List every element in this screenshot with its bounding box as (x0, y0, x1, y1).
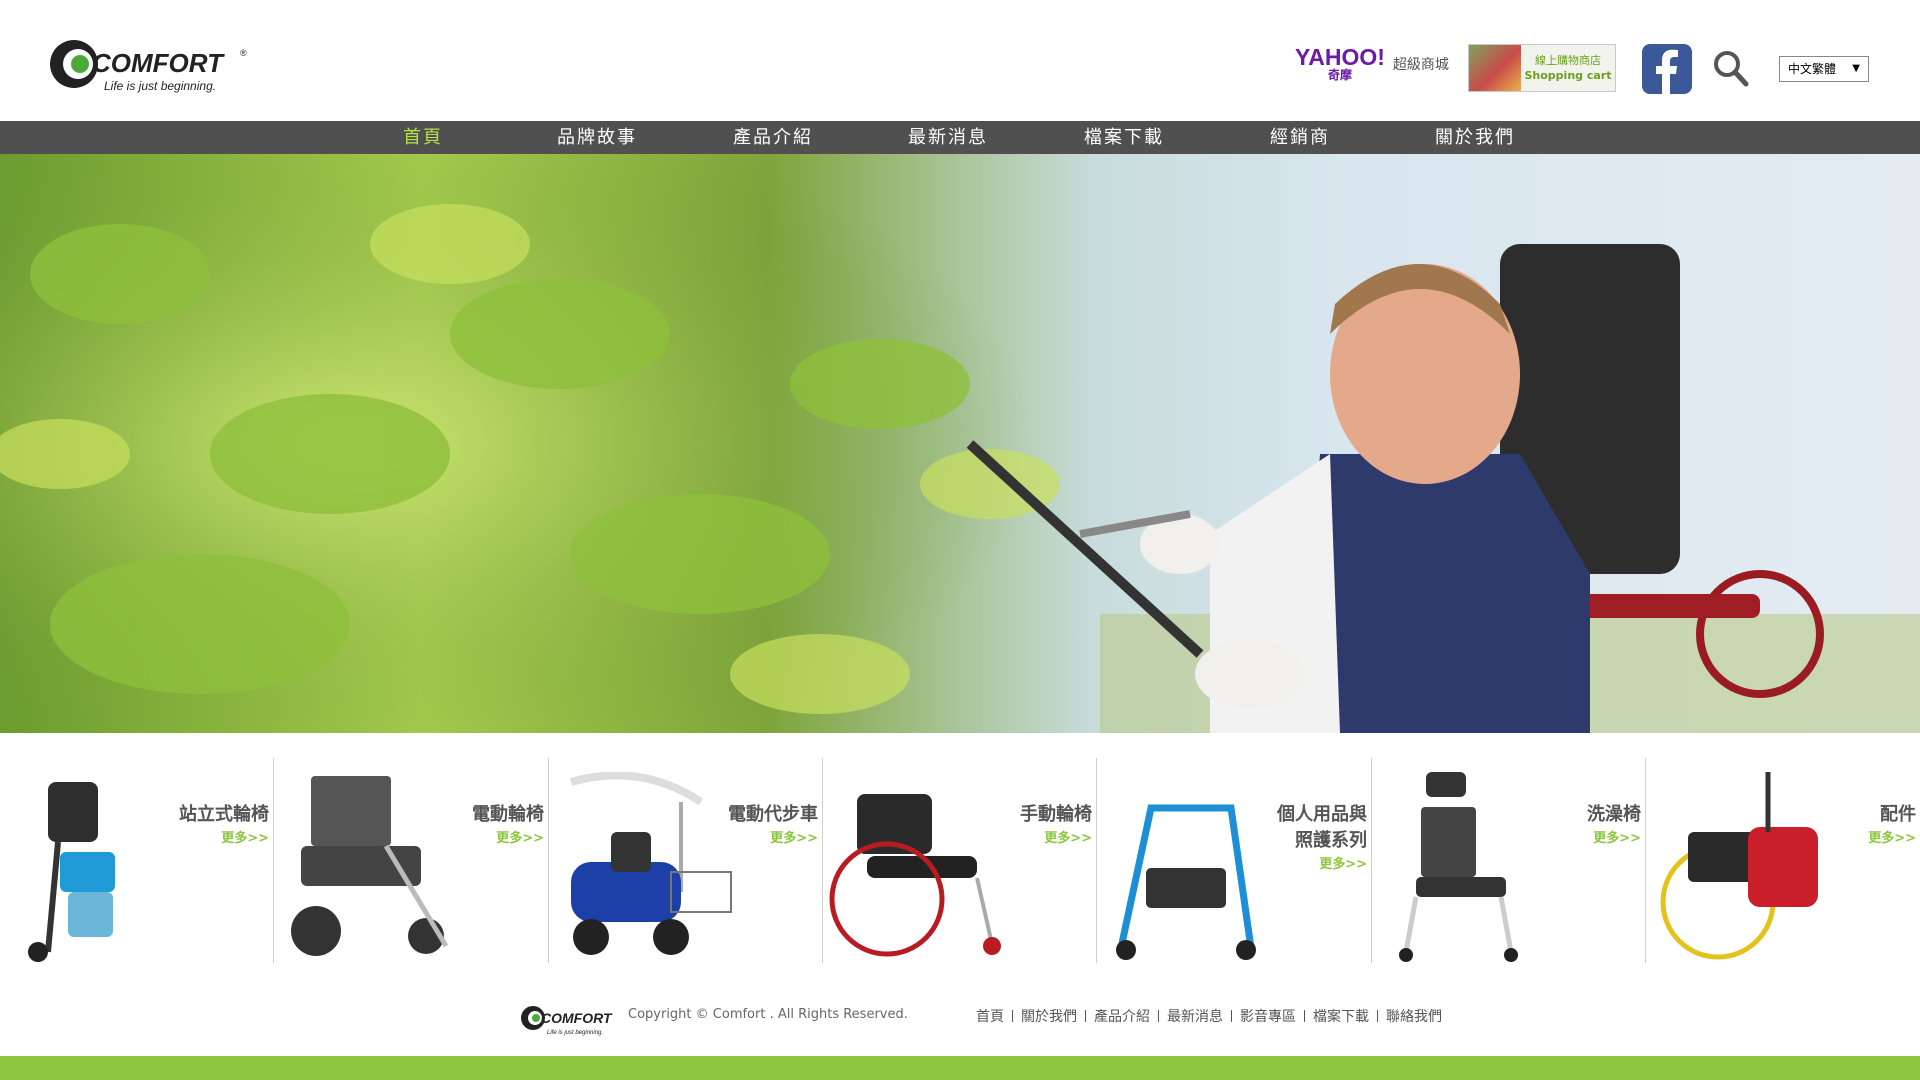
language-value: 中文繁體 (1788, 62, 1837, 76)
shop-text-en: Shopping cart (1524, 69, 1612, 82)
footer-separator (1377, 1010, 1378, 1022)
category-label-wrap: 手動輪椅 更多>> (1020, 776, 1092, 874)
category-label-wrap: 洗澡椅 更多>> (1587, 776, 1641, 874)
dropdown-arrow-icon: ▼ (1852, 63, 1860, 74)
category-mobility-scooter[interactable]: 電動代步車 更多>> (548, 758, 822, 963)
category-shower-chair[interactable]: 洗澡椅 更多>> (1371, 758, 1645, 963)
footer-separator (1085, 1010, 1086, 1022)
category-label: 配件 (1880, 804, 1916, 825)
footer-logo[interactable]: COMFORT Life is just beginning. (519, 1003, 619, 1037)
language-select[interactable]: 中文繁體 ▼ (1779, 56, 1869, 82)
nav-item-brand-story[interactable]: 品牌故事 (557, 121, 637, 154)
category-label: 站立式輪椅 (179, 804, 269, 825)
category-manual-wheelchair[interactable]: 手動輪椅 更多>> (822, 758, 1096, 963)
facebook-icon[interactable] (1642, 44, 1692, 94)
category-strip: 站立式輪椅 更多>> 電動輪椅 更多>> 電動代步車 更多>> 手動輪椅 更多>… (0, 758, 1920, 963)
mobility-scooter-icon (569, 772, 732, 955)
shop-text-zh: 線上購物商店 (1535, 54, 1601, 67)
yahoo-logo-text: YAHOO! (1295, 44, 1385, 70)
more-link[interactable]: 更多>> (1277, 856, 1367, 874)
more-link[interactable]: 更多>> (1587, 830, 1641, 848)
yahoo-mall-label: 超級商城 (1392, 57, 1449, 73)
category-label-wrap: 配件 更多>> (1868, 776, 1916, 874)
footer-links: 首頁 關於我們 產品介紹 最新消息 影音專區 檔案下載 聯絡我們 (976, 1006, 1442, 1026)
brand-name: COMFORT (92, 48, 225, 78)
shop-text: 線上購物商店 Shopping cart (1521, 53, 1615, 83)
category-label: 個人用品與 照護系列 (1277, 804, 1367, 851)
accessories-icon (1660, 772, 1818, 960)
footer-link-videos[interactable]: 影音專區 (1240, 1006, 1296, 1026)
more-link[interactable]: 更多>> (1868, 830, 1916, 848)
nav-item-home[interactable]: 首頁 (403, 121, 443, 154)
nav-item-products[interactable]: 產品介紹 (733, 121, 813, 154)
footer-link-home[interactable]: 首頁 (976, 1006, 1004, 1026)
footer-link-downloads[interactable]: 檔案下載 (1313, 1006, 1369, 1026)
nav-item-about[interactable]: 關於我們 (1435, 121, 1515, 154)
search-icon[interactable] (1713, 50, 1749, 88)
site-footer: COMFORT Life is just beginning. Copyrigh… (0, 966, 1920, 1056)
footer-brand-tagline: Life is just beginning. (547, 1030, 603, 1036)
more-link[interactable]: 更多>> (179, 830, 269, 848)
category-personal-care[interactable]: 個人用品與 照護系列 更多>> (1096, 758, 1371, 963)
footer-separator (1304, 1010, 1305, 1022)
category-power-wheelchair[interactable]: 電動輪椅 更多>> (273, 758, 548, 963)
rollator-icon (1116, 804, 1256, 960)
registered-mark: ® (240, 48, 247, 58)
standing-wheelchair-icon (28, 782, 115, 962)
hero-banner-image (0, 154, 1920, 733)
footer-brand-name: COMFORT (541, 1010, 613, 1026)
category-label: 洗澡椅 (1587, 804, 1641, 825)
shop-thumbnail-image (1469, 45, 1521, 91)
footer-link-contact[interactable]: 聯絡我們 (1386, 1006, 1442, 1026)
more-link[interactable]: 更多>> (472, 830, 544, 848)
site-header: COMFORT ® Life is just beginning. YAHOO!… (0, 0, 1920, 121)
nav-item-news[interactable]: 最新消息 (908, 121, 988, 154)
category-label-wrap: 站立式輪椅 更多>> (179, 776, 269, 874)
footer-link-news[interactable]: 最新消息 (1167, 1006, 1223, 1026)
footer-link-about[interactable]: 關於我們 (1021, 1006, 1077, 1026)
category-label: 電動輪椅 (472, 804, 544, 825)
category-label: 電動代步車 (728, 804, 818, 825)
yahoo-logo: YAHOO! 奇摩 (1295, 46, 1385, 82)
nav-item-downloads[interactable]: 檔案下載 (1084, 121, 1164, 154)
manual-wheelchair-icon (829, 794, 1001, 957)
nav-item-dealers[interactable]: 經銷商 (1270, 121, 1330, 154)
power-wheelchair-icon (291, 776, 449, 956)
footer-separator (1158, 1010, 1159, 1022)
footer-separator (1231, 1010, 1232, 1022)
main-nav: 首頁 品牌故事 產品介紹 最新消息 檔案下載 經銷商 關於我們 (0, 121, 1920, 154)
footer-separator (1012, 1010, 1013, 1022)
category-accessories[interactable]: 配件 更多>> (1645, 758, 1920, 963)
category-label-wrap: 個人用品與 照護系列 更多>> (1277, 776, 1367, 900)
brand-tagline: Life is just beginning. (104, 79, 216, 93)
category-label-wrap: 電動輪椅 更多>> (472, 776, 544, 874)
shower-chair-icon (1399, 772, 1518, 962)
category-label: 手動輪椅 (1020, 804, 1092, 825)
shopping-cart-banner[interactable]: 線上購物商店 Shopping cart (1468, 44, 1616, 92)
category-standing-wheelchair[interactable]: 站立式輪椅 更多>> (0, 758, 273, 963)
yahoo-mall-link[interactable]: YAHOO! 奇摩 超級商城 (1295, 46, 1449, 82)
more-link[interactable]: 更多>> (1020, 830, 1092, 848)
copyright-text: Copyright © Comfort . All Rights Reserve… (628, 1007, 908, 1022)
category-label-wrap: 電動代步車 更多>> (728, 776, 818, 874)
yahoo-sub-text: 奇摩 (1327, 68, 1352, 82)
footer-link-products[interactable]: 產品介紹 (1094, 1006, 1150, 1026)
comfort-logo[interactable]: COMFORT ® Life is just beginning. (48, 36, 248, 96)
more-link[interactable]: 更多>> (728, 830, 818, 848)
footer-accent-bar (0, 1056, 1920, 1080)
